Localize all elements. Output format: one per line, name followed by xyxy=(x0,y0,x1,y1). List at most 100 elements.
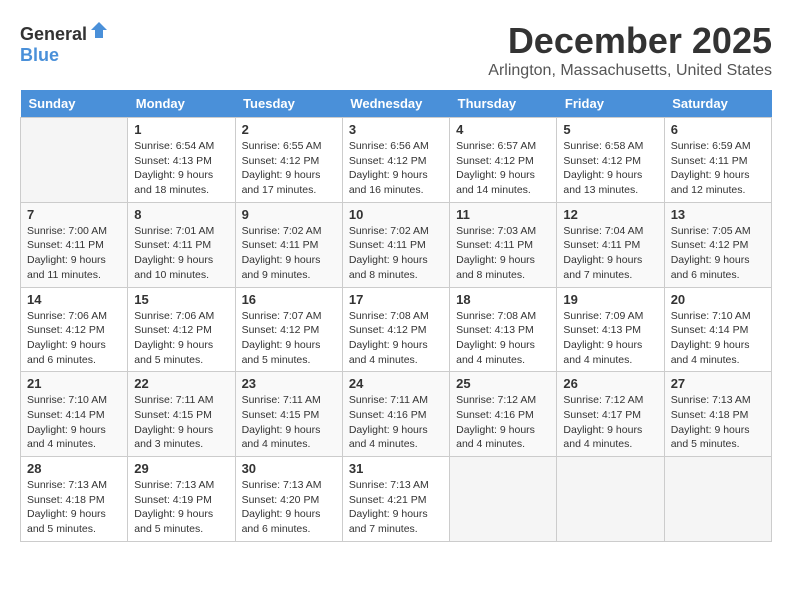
calendar-cell: 14 Sunrise: 7:06 AMSunset: 4:12 PMDaylig… xyxy=(21,287,128,372)
day-info: Sunrise: 6:56 AMSunset: 4:12 PMDaylight:… xyxy=(349,139,443,198)
day-info: Sunrise: 7:01 AMSunset: 4:11 PMDaylight:… xyxy=(134,224,228,283)
day-number: 25 xyxy=(456,376,550,391)
day-number: 8 xyxy=(134,207,228,222)
day-number: 29 xyxy=(134,461,228,476)
calendar-cell: 10 Sunrise: 7:02 AMSunset: 4:11 PMDaylig… xyxy=(342,202,449,287)
calendar-cell: 23 Sunrise: 7:11 AMSunset: 4:15 PMDaylig… xyxy=(235,372,342,457)
calendar-cell xyxy=(557,457,664,542)
day-info: Sunrise: 7:10 AMSunset: 4:14 PMDaylight:… xyxy=(671,309,765,368)
calendar-week-1: 1 Sunrise: 6:54 AMSunset: 4:13 PMDayligh… xyxy=(21,118,772,203)
weekday-header-monday: Monday xyxy=(128,90,235,118)
day-info: Sunrise: 7:11 AMSunset: 4:15 PMDaylight:… xyxy=(134,393,228,452)
day-info: Sunrise: 7:08 AMSunset: 4:12 PMDaylight:… xyxy=(349,309,443,368)
logo: General Blue xyxy=(20,20,109,66)
calendar-cell: 17 Sunrise: 7:08 AMSunset: 4:12 PMDaylig… xyxy=(342,287,449,372)
calendar-cell: 24 Sunrise: 7:11 AMSunset: 4:16 PMDaylig… xyxy=(342,372,449,457)
day-number: 24 xyxy=(349,376,443,391)
day-info: Sunrise: 7:12 AMSunset: 4:17 PMDaylight:… xyxy=(563,393,657,452)
location-title: Arlington, Massachusetts, United States xyxy=(488,62,772,80)
calendar-cell: 12 Sunrise: 7:04 AMSunset: 4:11 PMDaylig… xyxy=(557,202,664,287)
calendar-cell: 30 Sunrise: 7:13 AMSunset: 4:20 PMDaylig… xyxy=(235,457,342,542)
day-info: Sunrise: 6:54 AMSunset: 4:13 PMDaylight:… xyxy=(134,139,228,198)
day-number: 11 xyxy=(456,207,550,222)
day-number: 6 xyxy=(671,122,765,137)
calendar-table: SundayMondayTuesdayWednesdayThursdayFrid… xyxy=(20,90,772,542)
calendar-cell: 13 Sunrise: 7:05 AMSunset: 4:12 PMDaylig… xyxy=(664,202,771,287)
calendar-cell: 8 Sunrise: 7:01 AMSunset: 4:11 PMDayligh… xyxy=(128,202,235,287)
day-number: 19 xyxy=(563,292,657,307)
calendar-cell: 28 Sunrise: 7:13 AMSunset: 4:18 PMDaylig… xyxy=(21,457,128,542)
day-info: Sunrise: 7:10 AMSunset: 4:14 PMDaylight:… xyxy=(27,393,121,452)
day-number: 2 xyxy=(242,122,336,137)
day-info: Sunrise: 7:12 AMSunset: 4:16 PMDaylight:… xyxy=(456,393,550,452)
calendar-week-3: 14 Sunrise: 7:06 AMSunset: 4:12 PMDaylig… xyxy=(21,287,772,372)
calendar-cell: 29 Sunrise: 7:13 AMSunset: 4:19 PMDaylig… xyxy=(128,457,235,542)
calendar-week-2: 7 Sunrise: 7:00 AMSunset: 4:11 PMDayligh… xyxy=(21,202,772,287)
day-info: Sunrise: 7:11 AMSunset: 4:16 PMDaylight:… xyxy=(349,393,443,452)
day-number: 21 xyxy=(27,376,121,391)
day-number: 31 xyxy=(349,461,443,476)
calendar-week-4: 21 Sunrise: 7:10 AMSunset: 4:14 PMDaylig… xyxy=(21,372,772,457)
day-info: Sunrise: 7:03 AMSunset: 4:11 PMDaylight:… xyxy=(456,224,550,283)
calendar-week-5: 28 Sunrise: 7:13 AMSunset: 4:18 PMDaylig… xyxy=(21,457,772,542)
calendar-cell: 1 Sunrise: 6:54 AMSunset: 4:13 PMDayligh… xyxy=(128,118,235,203)
calendar-cell: 6 Sunrise: 6:59 AMSunset: 4:11 PMDayligh… xyxy=(664,118,771,203)
day-info: Sunrise: 7:07 AMSunset: 4:12 PMDaylight:… xyxy=(242,309,336,368)
calendar-cell: 16 Sunrise: 7:07 AMSunset: 4:12 PMDaylig… xyxy=(235,287,342,372)
day-number: 13 xyxy=(671,207,765,222)
day-number: 18 xyxy=(456,292,550,307)
calendar-cell: 25 Sunrise: 7:12 AMSunset: 4:16 PMDaylig… xyxy=(450,372,557,457)
weekday-header-wednesday: Wednesday xyxy=(342,90,449,118)
day-info: Sunrise: 7:06 AMSunset: 4:12 PMDaylight:… xyxy=(134,309,228,368)
day-info: Sunrise: 7:13 AMSunset: 4:18 PMDaylight:… xyxy=(671,393,765,452)
day-info: Sunrise: 7:13 AMSunset: 4:21 PMDaylight:… xyxy=(349,478,443,537)
day-info: Sunrise: 7:02 AMSunset: 4:11 PMDaylight:… xyxy=(349,224,443,283)
day-number: 14 xyxy=(27,292,121,307)
day-number: 4 xyxy=(456,122,550,137)
day-number: 17 xyxy=(349,292,443,307)
weekday-header-saturday: Saturday xyxy=(664,90,771,118)
day-info: Sunrise: 6:57 AMSunset: 4:12 PMDaylight:… xyxy=(456,139,550,198)
logo-icon xyxy=(89,20,109,40)
day-info: Sunrise: 7:05 AMSunset: 4:12 PMDaylight:… xyxy=(671,224,765,283)
calendar-cell: 21 Sunrise: 7:10 AMSunset: 4:14 PMDaylig… xyxy=(21,372,128,457)
day-number: 15 xyxy=(134,292,228,307)
weekday-header-row: SundayMondayTuesdayWednesdayThursdayFrid… xyxy=(21,90,772,118)
calendar-cell: 19 Sunrise: 7:09 AMSunset: 4:13 PMDaylig… xyxy=(557,287,664,372)
calendar-cell: 20 Sunrise: 7:10 AMSunset: 4:14 PMDaylig… xyxy=(664,287,771,372)
day-number: 5 xyxy=(563,122,657,137)
logo-general: General xyxy=(20,24,87,44)
calendar-cell: 9 Sunrise: 7:02 AMSunset: 4:11 PMDayligh… xyxy=(235,202,342,287)
day-number: 23 xyxy=(242,376,336,391)
calendar-cell: 2 Sunrise: 6:55 AMSunset: 4:12 PMDayligh… xyxy=(235,118,342,203)
calendar-cell: 18 Sunrise: 7:08 AMSunset: 4:13 PMDaylig… xyxy=(450,287,557,372)
day-number: 26 xyxy=(563,376,657,391)
calendar-cell xyxy=(664,457,771,542)
day-number: 10 xyxy=(349,207,443,222)
day-number: 27 xyxy=(671,376,765,391)
day-number: 7 xyxy=(27,207,121,222)
day-number: 20 xyxy=(671,292,765,307)
calendar-cell: 15 Sunrise: 7:06 AMSunset: 4:12 PMDaylig… xyxy=(128,287,235,372)
calendar-cell: 31 Sunrise: 7:13 AMSunset: 4:21 PMDaylig… xyxy=(342,457,449,542)
day-info: Sunrise: 7:13 AMSunset: 4:18 PMDaylight:… xyxy=(27,478,121,537)
day-info: Sunrise: 6:58 AMSunset: 4:12 PMDaylight:… xyxy=(563,139,657,198)
calendar-cell: 7 Sunrise: 7:00 AMSunset: 4:11 PMDayligh… xyxy=(21,202,128,287)
day-number: 12 xyxy=(563,207,657,222)
calendar-cell: 5 Sunrise: 6:58 AMSunset: 4:12 PMDayligh… xyxy=(557,118,664,203)
day-number: 30 xyxy=(242,461,336,476)
day-number: 9 xyxy=(242,207,336,222)
weekday-header-friday: Friday xyxy=(557,90,664,118)
day-number: 16 xyxy=(242,292,336,307)
day-info: Sunrise: 7:04 AMSunset: 4:11 PMDaylight:… xyxy=(563,224,657,283)
calendar-cell: 27 Sunrise: 7:13 AMSunset: 4:18 PMDaylig… xyxy=(664,372,771,457)
day-info: Sunrise: 7:08 AMSunset: 4:13 PMDaylight:… xyxy=(456,309,550,368)
day-number: 22 xyxy=(134,376,228,391)
title-area: December 2025 Arlington, Massachusetts, … xyxy=(488,20,772,80)
day-info: Sunrise: 7:06 AMSunset: 4:12 PMDaylight:… xyxy=(27,309,121,368)
calendar-cell: 3 Sunrise: 6:56 AMSunset: 4:12 PMDayligh… xyxy=(342,118,449,203)
day-number: 3 xyxy=(349,122,443,137)
day-info: Sunrise: 7:13 AMSunset: 4:19 PMDaylight:… xyxy=(134,478,228,537)
calendar-cell: 26 Sunrise: 7:12 AMSunset: 4:17 PMDaylig… xyxy=(557,372,664,457)
weekday-header-tuesday: Tuesday xyxy=(235,90,342,118)
